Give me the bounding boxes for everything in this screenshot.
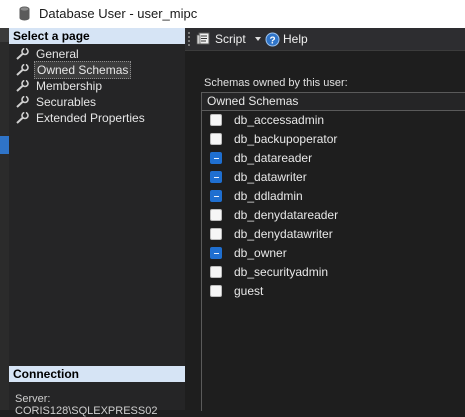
schema-checkbox[interactable] — [210, 228, 222, 240]
schema-row[interactable]: db_datawriter — [202, 168, 465, 187]
schema-name: db_denydatawriter — [234, 227, 333, 241]
help-icon: ? — [265, 32, 280, 46]
schema-name: db_ddladmin — [234, 189, 303, 203]
schema-row[interactable]: db_datareader — [202, 149, 465, 168]
nav-item-label: Securables — [36, 95, 97, 109]
schema-rows: db_accessadmin db_backupoperator db_datare… — [202, 111, 465, 301]
schema-row[interactable]: db_owner — [202, 244, 465, 263]
title-bar: Database User - user_mipc — [0, 0, 465, 28]
schema-checkbox[interactable] — [210, 171, 222, 183]
window-title: Database User - user_mipc — [39, 6, 198, 21]
schema-name: db_owner — [234, 246, 287, 260]
background-tab — [0, 28, 9, 42]
server-label: Server: — [15, 393, 51, 405]
page-selector-pane: Select a page General Owned Schemas Member… — [9, 28, 186, 417]
wrench-icon — [16, 80, 29, 92]
schema-row[interactable]: db_securityadmin — [202, 263, 465, 282]
schema-row[interactable]: db_accessadmin — [202, 111, 465, 130]
nav-item-label: Extended Properties — [36, 111, 145, 125]
nav-item-extended-properties[interactable]: Extended Properties — [13, 110, 183, 126]
script-label: Script — [215, 32, 246, 46]
schema-checkbox[interactable] — [210, 114, 222, 126]
wrench-icon — [16, 96, 29, 108]
schema-checkbox[interactable] — [210, 285, 222, 297]
nav-item-securables[interactable]: Securables — [13, 94, 183, 110]
toolbar: Script ? Help — [185, 28, 465, 51]
nav-item-membership[interactable]: Membership — [13, 78, 183, 94]
background-selection — [0, 136, 9, 154]
wrench-icon — [16, 48, 29, 60]
schema-checkbox[interactable] — [210, 209, 222, 221]
schema-checkbox[interactable] — [210, 190, 222, 202]
page-list: General Owned Schemas Membership Securables… — [13, 46, 183, 126]
chevron-down-icon[interactable] — [255, 37, 261, 41]
owned-schemas-list: Owned Schemas db_accessadmin db_backupope… — [201, 92, 465, 411]
schema-checkbox[interactable] — [210, 247, 222, 259]
schema-checkbox[interactable] — [210, 133, 222, 145]
toolbar-grip[interactable] — [188, 32, 193, 46]
owned-schemas-column-header[interactable]: Owned Schemas — [202, 93, 465, 111]
wrench-icon — [16, 112, 29, 124]
schema-row[interactable]: db_denydatawriter — [202, 225, 465, 244]
schema-row[interactable]: db_ddladmin — [202, 187, 465, 206]
nav-item-general[interactable]: General — [13, 46, 183, 62]
schema-name: db_backupoperator — [234, 132, 338, 146]
database-icon — [19, 6, 30, 21]
nav-item-label: Owned Schemas — [34, 61, 132, 79]
script-icon — [196, 32, 210, 45]
background-window-edge — [0, 28, 9, 410]
nav-item-label: General — [36, 47, 79, 61]
schema-name: db_datawriter — [234, 170, 307, 184]
schemas-owned-label: Schemas owned by this user: — [204, 77, 348, 89]
connection-info: Server: CORIS128\SQLEXPRESS02 — [15, 393, 157, 417]
schema-row[interactable]: guest — [202, 282, 465, 301]
server-value: CORIS128\SQLEXPRESS02 — [15, 405, 158, 417]
svg-text:?: ? — [269, 35, 275, 46]
help-button[interactable]: ? Help — [265, 30, 308, 48]
nav-item-label: Membership — [36, 79, 103, 93]
select-page-header: Select a page — [9, 28, 185, 44]
schema-name: guest — [234, 284, 264, 298]
wrench-icon — [16, 64, 29, 76]
schema-name: db_securityadmin — [234, 265, 329, 279]
schema-name: db_datareader — [234, 151, 313, 165]
schema-row[interactable]: db_denydatareader — [202, 206, 465, 225]
schema-name: db_accessadmin — [234, 113, 325, 127]
nav-item-owned-schemas[interactable]: Owned Schemas — [13, 61, 183, 79]
content-pane: Script ? Help Schemas owned by this user… — [185, 28, 465, 411]
schema-checkbox[interactable] — [210, 266, 222, 278]
connection-header: Connection — [9, 366, 185, 382]
script-button[interactable]: Script — [196, 30, 246, 48]
schema-checkbox[interactable] — [210, 152, 222, 164]
help-label: Help — [283, 32, 308, 46]
schema-row[interactable]: db_backupoperator — [202, 130, 465, 149]
schema-name: db_denydatareader — [234, 208, 339, 222]
